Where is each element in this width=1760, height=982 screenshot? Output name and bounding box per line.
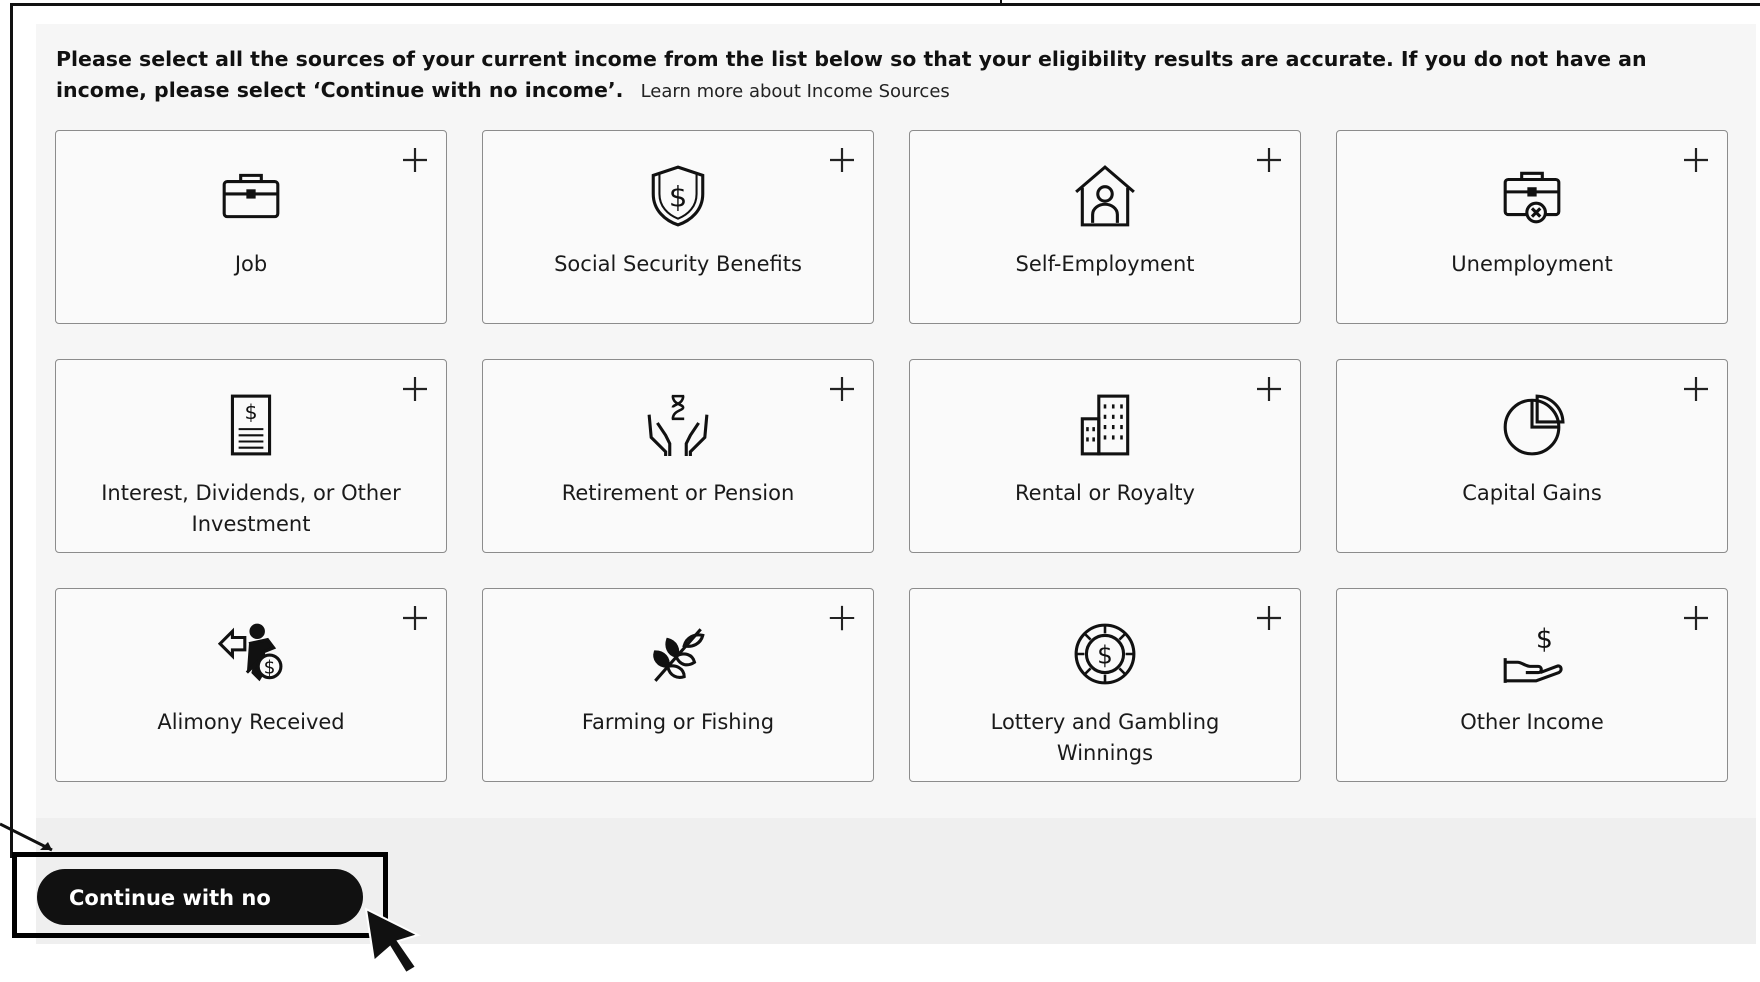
hands-hourglass-icon bbox=[643, 390, 713, 460]
plus-icon bbox=[1684, 606, 1708, 630]
income-card-lottery-gambling[interactable]: $ Lottery and Gambling Winnings bbox=[909, 588, 1301, 782]
plus-icon bbox=[1257, 148, 1281, 172]
card-label: Other Income bbox=[1460, 710, 1604, 734]
card-label: Alimony Received bbox=[157, 710, 345, 734]
svg-text:$: $ bbox=[669, 179, 687, 213]
continue-with-no-income-button[interactable]: Continue with no income bbox=[37, 869, 363, 966]
house-person-icon bbox=[1070, 161, 1140, 231]
card-label: Interest, Dividends, or Other Investment bbox=[101, 481, 401, 536]
mouse-cursor-icon bbox=[364, 907, 421, 975]
plus-icon bbox=[1684, 377, 1708, 401]
plus-icon bbox=[403, 377, 427, 401]
card-label: Capital Gains bbox=[1462, 481, 1602, 505]
briefcase-x-icon bbox=[1497, 161, 1567, 231]
income-card-other-income[interactable]: $ Other Income bbox=[1336, 588, 1728, 782]
card-label: Retirement or Pension bbox=[561, 481, 795, 505]
plus-icon bbox=[830, 148, 854, 172]
card-label: Social Security Benefits bbox=[554, 252, 802, 276]
svg-text:$: $ bbox=[1097, 640, 1113, 669]
frame-tick-mark bbox=[1000, 0, 1002, 4]
frame-left-border bbox=[10, 3, 13, 858]
income-card-rental-royalty[interactable]: Rental or Royalty bbox=[909, 359, 1301, 553]
card-label: Unemployment bbox=[1451, 252, 1613, 276]
income-card-unemployment[interactable]: Unemployment bbox=[1336, 130, 1728, 324]
plus-icon bbox=[1257, 606, 1281, 630]
plus-icon bbox=[829, 605, 855, 631]
plus-icon bbox=[830, 377, 854, 401]
svg-text:$: $ bbox=[264, 658, 276, 679]
briefcase-icon bbox=[216, 161, 286, 231]
plus-icon bbox=[403, 148, 427, 172]
card-label: Farming or Fishing bbox=[581, 710, 775, 734]
intro-text: Please select all the sources of your cu… bbox=[56, 44, 1736, 107]
income-card-capital-gains[interactable]: Capital Gains bbox=[1336, 359, 1728, 553]
frame-top-border bbox=[10, 3, 1760, 6]
dollar-document-icon: $ bbox=[216, 390, 286, 460]
wheat-icon bbox=[643, 619, 713, 689]
svg-text:$: $ bbox=[1536, 624, 1553, 655]
income-card-alimony[interactable]: $ Alimony Received bbox=[55, 588, 447, 782]
plus-icon bbox=[403, 606, 427, 630]
income-card-retirement[interactable]: Retirement or Pension bbox=[482, 359, 874, 553]
income-card-job[interactable]: Job bbox=[55, 130, 447, 324]
svg-text:$: $ bbox=[244, 400, 257, 424]
card-label: Rental or Royalty bbox=[1015, 481, 1195, 505]
plus-icon bbox=[1257, 377, 1281, 401]
hand-dollar-icon: $ bbox=[1497, 619, 1567, 689]
income-card-social-security[interactable]: $ Social Security Benefits bbox=[482, 130, 874, 324]
income-card-farming-fishing[interactable]: Farming or Fishing bbox=[482, 588, 874, 782]
pie-chart-icon bbox=[1497, 390, 1567, 460]
card-label: Lottery and Gambling Winnings bbox=[990, 710, 1220, 765]
learn-more-link[interactable]: Learn more about Income Sources bbox=[641, 81, 950, 102]
income-source-grid: Job $ Social Security Benefits Self-Empl… bbox=[55, 130, 1731, 782]
coin-dollar-icon: $ bbox=[1070, 619, 1140, 689]
person-dollar-arrow-icon: $ bbox=[216, 619, 286, 689]
plus-icon bbox=[1684, 148, 1708, 172]
card-label: Job bbox=[234, 252, 268, 276]
buildings-icon bbox=[1070, 390, 1140, 460]
card-label: Self-Employment bbox=[1015, 252, 1195, 276]
income-card-interest-dividends[interactable]: $ Interest, Dividends, or Other Investme… bbox=[55, 359, 447, 553]
shield-dollar-icon: $ bbox=[643, 161, 713, 231]
income-card-self-employment[interactable]: Self-Employment bbox=[909, 130, 1301, 324]
